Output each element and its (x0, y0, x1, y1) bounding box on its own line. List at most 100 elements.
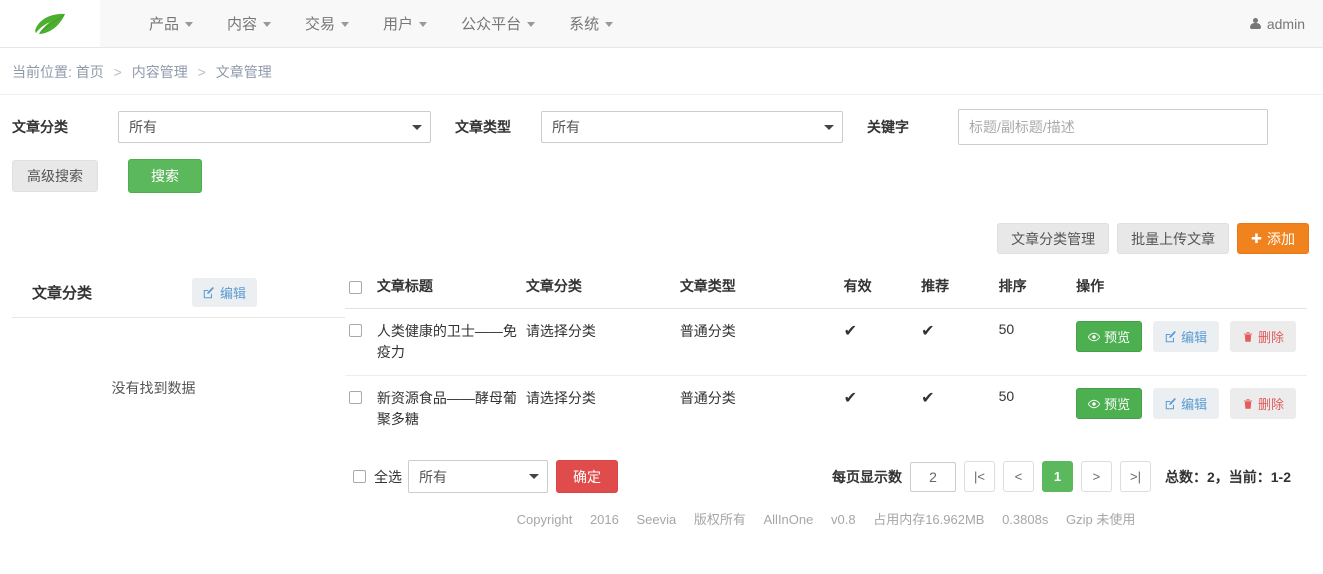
pager-first-button[interactable]: |< (963, 461, 995, 492)
chevron-down-icon (185, 22, 194, 27)
pager-next-button[interactable]: > (1080, 461, 1112, 492)
th-type: 文章类型 (675, 270, 840, 309)
bulk-action-select[interactable]: 所有 (408, 460, 548, 493)
confirm-button[interactable]: 确定 (556, 460, 618, 493)
footer-part: 2016 (589, 512, 619, 527)
td-valid: ✔ (839, 308, 918, 376)
td-recommend: ✔ (917, 308, 995, 376)
td-category: 请选择分类 (521, 308, 676, 376)
td-sort: 50 (998, 388, 1015, 404)
brand-logo[interactable] (0, 0, 100, 47)
edit-button[interactable]: 编辑 (1153, 321, 1220, 352)
nav-item-products[interactable]: 产品 (132, 0, 210, 47)
td-recommend: ✔ (921, 390, 935, 407)
nav-item-content[interactable]: 内容 (210, 0, 288, 47)
nav-menu: 产品 内容 交易 用户 公众平台 系统 (132, 0, 630, 47)
category-panel-header: 文章分类 编辑 (12, 270, 345, 318)
td-row-checkbox (345, 308, 373, 376)
th-category: 文章分类 (521, 270, 676, 309)
nav-label: 产品 (149, 16, 180, 33)
row-checkbox[interactable] (349, 323, 362, 337)
total-count-label: 总数：2，当前：1-2 (1164, 468, 1291, 485)
delete-button[interactable]: 删除 (1229, 388, 1296, 419)
article-category-select-wrap: 所有 (118, 111, 431, 143)
add-button[interactable]: ✚ 添加 (1237, 223, 1309, 254)
row-checkbox[interactable] (349, 390, 362, 404)
select-all-label: 全选 (374, 468, 402, 485)
footer-part: AllInOne (763, 512, 814, 527)
pencil-square-icon (1165, 397, 1177, 409)
manage-categories-button[interactable]: 文章分类管理 (997, 223, 1110, 254)
category-edit-button[interactable]: 编辑 (192, 278, 258, 307)
td-row-checkbox (345, 376, 373, 443)
main-content: 文章分类 编辑 没有找到数据 文章标题 文章分类 文章类型 有效 推荐 排序 操… (0, 270, 1323, 528)
search-actions: 高级搜索 搜索 (0, 145, 1323, 193)
footer-part: Seevia (636, 512, 677, 527)
nav-label: 公众平台 (461, 16, 522, 33)
user-menu[interactable]: admin (1249, 0, 1305, 48)
nav-item-users[interactable]: 用户 (366, 0, 444, 47)
chevron-down-icon (419, 22, 428, 27)
pencil-square-icon (203, 286, 214, 298)
edit-button[interactable]: 编辑 (1153, 388, 1220, 419)
eye-icon (1088, 399, 1101, 408)
bulk-upload-button[interactable]: 批量上传文章 (1117, 223, 1230, 254)
preview-button[interactable]: 预览 (1076, 388, 1143, 419)
article-type-select[interactable]: 所有 (541, 111, 843, 143)
td-operations: 预览 编辑 删除 (1072, 308, 1307, 376)
top-navbar: 产品 内容 交易 用户 公众平台 系统 admin (0, 0, 1323, 48)
select-all-header-checkbox[interactable] (349, 280, 362, 294)
delete-button[interactable]: 删除 (1229, 321, 1296, 352)
nav-item-public-platform[interactable]: 公众平台 (444, 0, 552, 47)
pencil-square-icon (1165, 330, 1177, 342)
nav-label: 交易 (305, 16, 336, 33)
td-title: 新资源食品——酵母葡聚多糖 (376, 390, 517, 427)
advanced-search-button[interactable]: 高级搜索 (12, 160, 98, 192)
footer-part: 0.3808s (1002, 512, 1049, 527)
td-valid: ✔ (843, 390, 858, 407)
nav-item-system[interactable]: 系统 (552, 0, 630, 47)
td-operations: 预览 编辑 删除 (1072, 376, 1307, 443)
breadcrumb-item-home[interactable]: 首页 (76, 64, 104, 80)
per-page-input[interactable] (909, 461, 956, 492)
breadcrumb-item-content-management[interactable]: 内容管理 (132, 64, 188, 80)
search-button[interactable]: 搜索 (128, 159, 202, 193)
breadcrumb: 当前位置: 首页 > 内容管理 > 文章管理 (0, 48, 1323, 95)
trash-icon (1243, 331, 1253, 342)
label-keyword: 关键字 (867, 119, 909, 135)
nav-label: 用户 (383, 16, 414, 33)
article-type-select-wrap: 所有 (541, 111, 843, 143)
select-all-checkbox[interactable] (353, 470, 366, 483)
breadcrumb-item-article-management[interactable]: 文章管理 (216, 64, 272, 80)
plus-icon: ✚ (1251, 230, 1262, 246)
th-title: 文章标题 (372, 270, 522, 309)
footer-part: Gzip 未使用 (1065, 512, 1136, 527)
label-article-category: 文章分类 (12, 119, 68, 135)
category-panel-title: 文章分类 (32, 285, 93, 302)
chevron-down-icon (263, 22, 272, 27)
nav-item-transactions[interactable]: 交易 (288, 0, 366, 47)
search-filter-bar: 文章分类 所有 文章类型 所有 关键字 (0, 95, 1323, 145)
nav-label: 内容 (227, 16, 258, 33)
preview-button[interactable]: 预览 (1076, 321, 1143, 352)
category-panel: 文章分类 编辑 没有找到数据 (0, 270, 345, 398)
preview-button-label: 预览 (1104, 330, 1131, 345)
table-row: 新资源食品——酵母葡聚多糖 请选择分类 普通分类 ✔ ✔ 50 预览 编辑 删除 (345, 376, 1307, 443)
keyword-input[interactable] (958, 109, 1268, 145)
footer-part: 占用内存16.962MB (873, 512, 985, 527)
pager-last-button[interactable]: >| (1119, 461, 1151, 492)
footer-part: Copyright (516, 512, 573, 527)
th-sort: 排序 (994, 270, 1073, 309)
edit-button-label: 编辑 (1181, 330, 1208, 345)
footer-part: v0.8 (831, 512, 856, 527)
breadcrumb-separator: > (113, 64, 122, 80)
pagination-group: 每页显示数 |< < 1 > >| 总数：2，当前：1-2 (832, 461, 1291, 492)
table-row: 人类健康的卫士——免疫力 请选择分类 普通分类 ✔ ✔ 50 预览 编辑 删除 (345, 308, 1307, 376)
article-category-select[interactable]: 所有 (118, 111, 431, 143)
pager-page-1-button[interactable]: 1 (1041, 461, 1073, 492)
chevron-down-icon (527, 22, 536, 27)
article-table: 文章标题 文章分类 文章类型 有效 推荐 排序 操作 人类健康的卫士——免疫力 … (345, 270, 1307, 442)
pager-prev-button[interactable]: < (1002, 461, 1034, 492)
add-button-label: 添加 (1267, 230, 1295, 247)
nav-label: 系统 (569, 16, 600, 33)
